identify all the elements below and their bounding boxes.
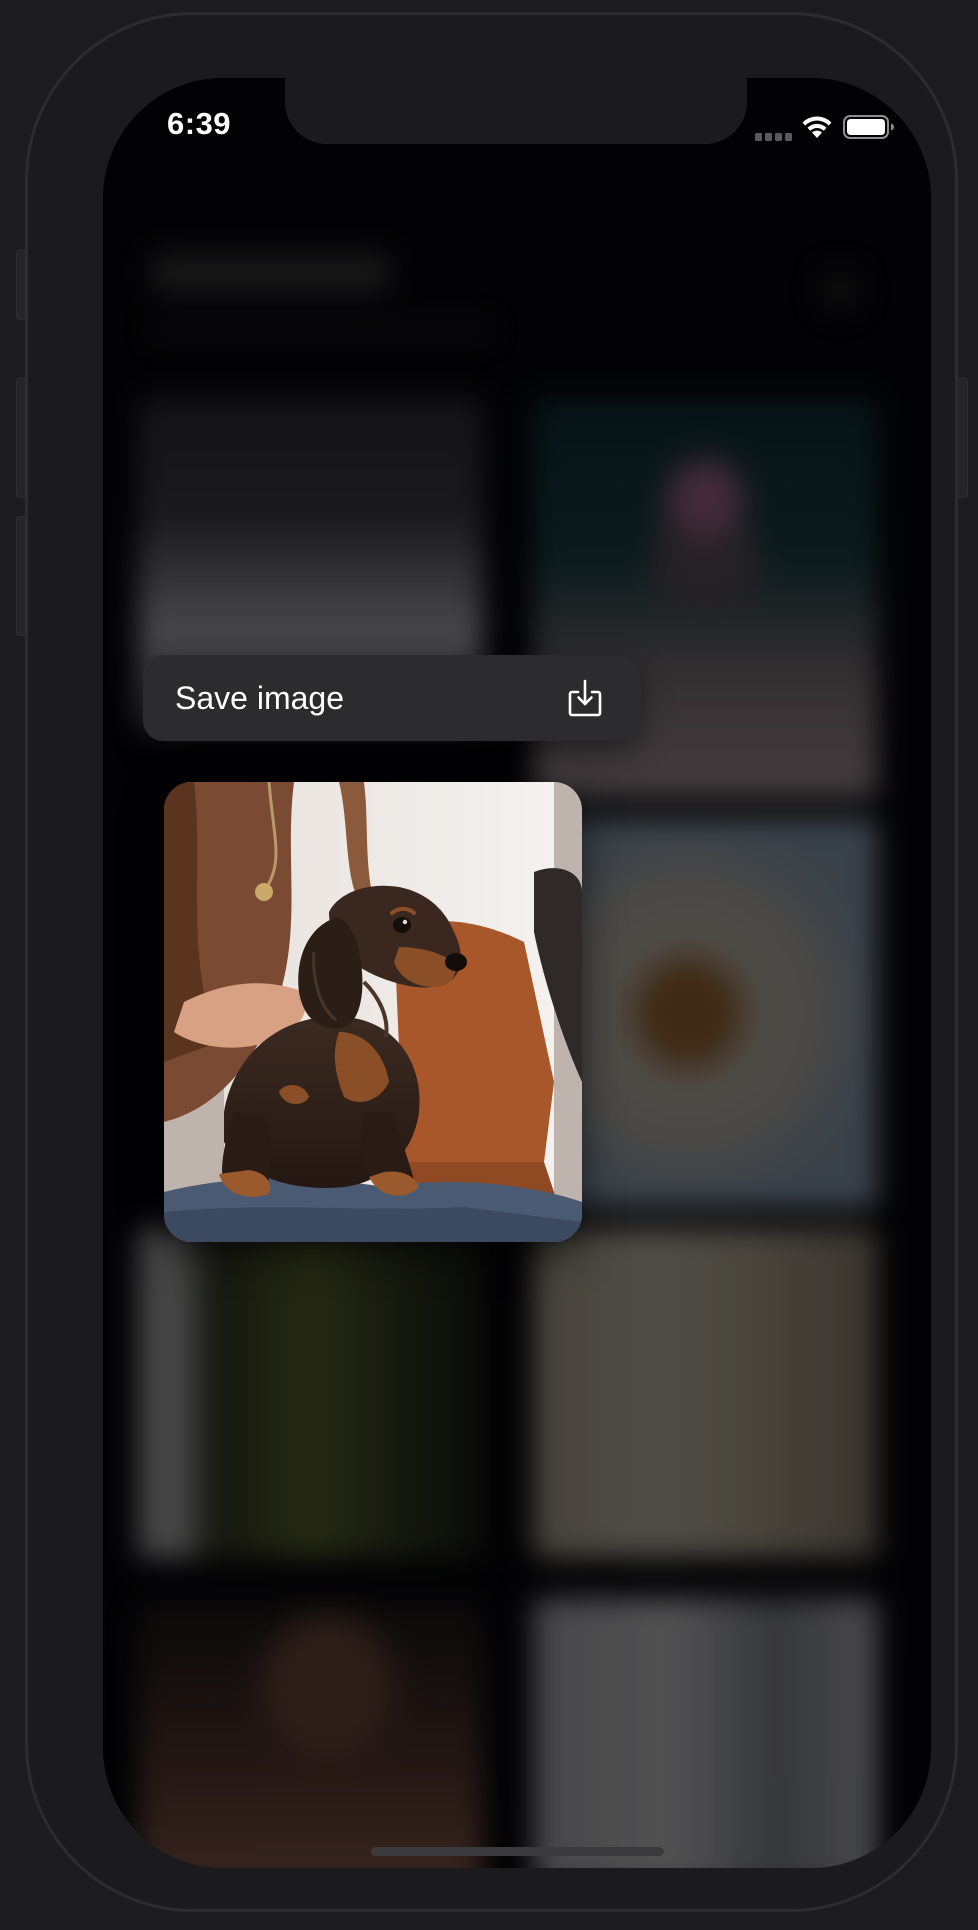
square-and-arrow-down-icon: [568, 679, 602, 717]
wifi-icon: [802, 116, 832, 138]
screen: 6:39 Save image: [103, 78, 931, 1868]
device-frame: 6:39 Save image: [25, 12, 958, 1912]
save-image-menu-item[interactable]: Save image: [143, 655, 641, 741]
notch: [285, 78, 747, 144]
battery-icon: [843, 115, 894, 139]
save-image-label: Save image: [175, 679, 344, 716]
cellular-signal-icon: [755, 133, 792, 141]
status-bar: 6:39: [103, 78, 931, 198]
image-preview[interactable]: [164, 782, 582, 1242]
dachshund-puppy-photo: [164, 782, 582, 1242]
home-indicator[interactable]: [371, 1847, 664, 1856]
status-time: 6:39: [167, 106, 232, 141]
